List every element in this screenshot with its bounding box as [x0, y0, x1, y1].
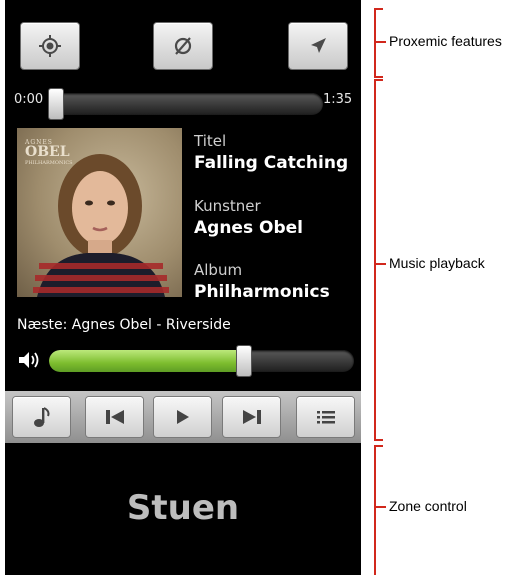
volume-slider[interactable]: [49, 350, 354, 372]
list-icon: [316, 411, 335, 424]
next-button[interactable]: [223, 397, 280, 437]
circle-slash-icon: [174, 37, 192, 55]
seek-bar[interactable]: [49, 93, 323, 115]
volume-thumb[interactable]: [237, 346, 252, 376]
crosshair-icon: [39, 35, 61, 57]
current-time: 0:00: [14, 92, 44, 107]
phone-screen: 0:00 1:35 AGNES OBEL PHILHARMONICS Titel…: [5, 0, 361, 575]
skip-next-icon: [242, 410, 261, 424]
speaker-icon: [19, 352, 39, 368]
no-sync-button[interactable]: [154, 23, 212, 69]
music-playback-label: Music playback: [389, 255, 485, 271]
navigation-arrow-icon: [311, 38, 326, 53]
album-name: Philharmonics: [194, 282, 330, 302]
seek-thumb[interactable]: [49, 89, 63, 119]
music-note-button[interactable]: [13, 397, 70, 437]
playlist-button[interactable]: [297, 397, 354, 437]
total-time: 1:35: [323, 92, 353, 107]
artist-name: Agnes Obel: [194, 218, 303, 238]
play-icon: [176, 410, 189, 424]
previous-button[interactable]: [86, 397, 143, 437]
title-label: Titel: [194, 132, 227, 150]
album-label: Album: [194, 261, 243, 279]
zone-control-label: Zone control: [389, 498, 467, 514]
navigate-button[interactable]: [289, 23, 347, 69]
skip-previous-icon: [105, 410, 124, 424]
artist-label: Kunstner: [194, 197, 261, 215]
zone-name[interactable]: Stuen: [5, 488, 361, 528]
volume-level: [49, 350, 245, 372]
album-cover-portrait: AGNES OBEL PHILHARMONICS: [17, 128, 182, 297]
play-button[interactable]: [154, 397, 211, 437]
music-note-icon: [33, 407, 49, 427]
playback-controls: [5, 391, 361, 443]
proxemic-features-label: Proxemic features: [389, 33, 502, 49]
locate-button[interactable]: [21, 23, 79, 69]
track-title: Falling Catching: [194, 153, 349, 173]
next-track-text: Næste: Agnes Obel - Riverside: [17, 317, 231, 333]
